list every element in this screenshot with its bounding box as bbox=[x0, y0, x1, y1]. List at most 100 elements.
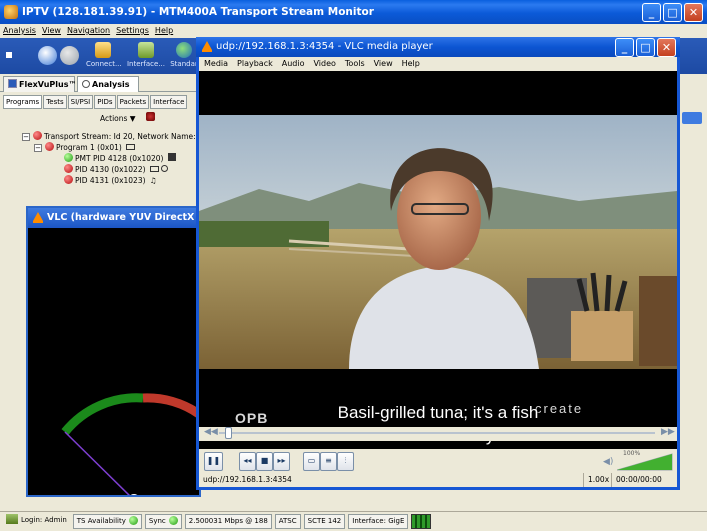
pause-icon: ❚❚ bbox=[206, 456, 221, 465]
maximize-button[interactable]: □ bbox=[663, 3, 682, 22]
statusbar-login[interactable]: Login: Admin bbox=[3, 514, 70, 529]
subtab-programs[interactable]: Programs bbox=[3, 95, 43, 109]
vlc-close-button[interactable]: ✕ bbox=[657, 38, 676, 57]
main-menubar: Analysis View Navigation Settings Help bbox=[0, 24, 707, 38]
subtab-tests[interactable]: Tests bbox=[43, 95, 67, 109]
menu-settings[interactable]: Settings bbox=[116, 24, 149, 38]
knife-block bbox=[571, 311, 633, 361]
status-green-icon bbox=[64, 153, 73, 162]
tab-analysis[interactable]: Analysis bbox=[77, 76, 139, 92]
menu-help[interactable]: Help bbox=[155, 24, 173, 38]
status-red-icon bbox=[64, 175, 73, 184]
status-green-icon bbox=[168, 516, 178, 525]
analysis-subtabs: Programs Tests SI/PSI PIDs Packets Inter… bbox=[3, 95, 200, 109]
playlist-button[interactable]: ≡ bbox=[320, 452, 337, 471]
vlc-media-player-window[interactable]: udp://192.168.1.3:4354 - VLC media playe… bbox=[196, 37, 680, 490]
main-title-bar[interactable]: IPTV (128.181.39.91) - MTM400A Transport… bbox=[0, 0, 707, 24]
playback-speed[interactable]: 1.00x bbox=[583, 473, 609, 487]
vlc-menu-audio[interactable]: Audio bbox=[282, 57, 305, 71]
login-label: Login: Admin bbox=[21, 516, 67, 524]
tree-row-pmt[interactable]: PMT PID 4128 (0x1020) bbox=[64, 153, 176, 163]
status-green-icon bbox=[128, 516, 138, 525]
connect-button[interactable]: Connect... bbox=[86, 40, 122, 68]
tree-row-transport-stream[interactable]: − Transport Stream: Id 20, Network Name: bbox=[22, 131, 196, 141]
hardware-vlc-title-bar[interactable]: VLC (hardware YUV DirectX output bbox=[28, 208, 199, 228]
gauge-arc-red bbox=[142, 393, 199, 418]
main-statusbar: Login: Admin TS Availability Sync 2.5000… bbox=[0, 511, 707, 531]
collapse-icon[interactable]: − bbox=[34, 144, 42, 152]
vlc-menu-playback[interactable]: Playback bbox=[237, 57, 273, 71]
vlc-menu-video[interactable]: Video bbox=[313, 57, 335, 71]
speaker-icon[interactable]: ◀) bbox=[603, 457, 613, 467]
subtab-interface[interactable]: Interface bbox=[150, 95, 188, 109]
equalizer-icon: ⫶ bbox=[344, 456, 347, 465]
standard-button[interactable]: Standar bbox=[170, 40, 198, 68]
statusbar-interface: Interface: GigE bbox=[348, 514, 409, 529]
menu-navigation[interactable]: Navigation bbox=[67, 24, 110, 38]
back-icon[interactable] bbox=[38, 46, 57, 65]
tree-row-pid-4130[interactable]: PID 4130 (0x1022) bbox=[64, 164, 169, 174]
statusbar-sync[interactable]: Sync bbox=[144, 514, 182, 529]
ts-availability-label: TS Availability bbox=[76, 517, 126, 525]
tools-icon[interactable] bbox=[145, 112, 155, 121]
vlc-menubar: Media Playback Audio Video Tools View He… bbox=[199, 57, 677, 71]
status-url: udp://192.168.1.3:4354 bbox=[203, 475, 292, 484]
tree-pid-label: PID 4130 (0x1022) bbox=[75, 165, 146, 174]
hardware-vlc-window[interactable]: VLC (hardware YUV DirectX output bbox=[26, 206, 201, 497]
seek-track[interactable] bbox=[219, 432, 655, 434]
vlc-menu-media[interactable]: Media bbox=[204, 57, 228, 71]
actions-dropdown[interactable]: Actions ▼ bbox=[100, 112, 155, 123]
scroll-arrow-icon[interactable] bbox=[682, 112, 702, 124]
next-button[interactable]: ▸▸ bbox=[273, 452, 290, 471]
video-area[interactable]: OPB create Basil-grilled tuna; it's a fi… bbox=[199, 71, 677, 459]
close-button[interactable]: ✕ bbox=[684, 3, 703, 22]
rewind-icon[interactable]: ◀◀ bbox=[204, 427, 218, 437]
extended-settings-button[interactable]: ⫶ bbox=[337, 452, 354, 471]
vlc-maximize-button[interactable]: □ bbox=[636, 38, 655, 57]
status-red-icon bbox=[64, 164, 73, 173]
vlc-minimize-button[interactable]: _ bbox=[615, 38, 634, 57]
app-icon bbox=[4, 5, 18, 19]
actions-label: Actions bbox=[100, 114, 128, 123]
tree-row-pid-4131[interactable]: PID 4131 (0x1023) ♫ bbox=[64, 175, 157, 185]
fullscreen-button[interactable]: ▭ bbox=[303, 452, 320, 471]
subtab-pids[interactable]: PIDs bbox=[94, 95, 116, 109]
playlist-icon: ≡ bbox=[325, 456, 332, 465]
statusbar-ts-availability[interactable]: TS Availability bbox=[72, 514, 142, 529]
interface-icon bbox=[138, 42, 154, 58]
tv-icon bbox=[126, 144, 136, 150]
pause-button[interactable]: ❚❚ bbox=[204, 452, 223, 471]
background-window-edge bbox=[676, 108, 707, 488]
menu-view[interactable]: View bbox=[42, 24, 61, 38]
volume-percent: 100% bbox=[623, 450, 641, 457]
vlc-title-bar[interactable]: udp://192.168.1.3:4354 - VLC media playe… bbox=[196, 37, 680, 57]
statusbar-scte: SCTE 142 bbox=[303, 514, 346, 529]
subtab-packets[interactable]: Packets bbox=[116, 95, 150, 109]
table-icon bbox=[167, 153, 176, 161]
tree-row-program[interactable]: − Program 1 (0x01) bbox=[34, 142, 136, 152]
stop-button[interactable]: ■ bbox=[256, 452, 273, 471]
seek-bar[interactable]: ◀◀ ▶▶ bbox=[199, 427, 677, 441]
interface-button[interactable]: Interface... bbox=[126, 40, 166, 68]
gauge-overlay bbox=[61, 393, 199, 495]
menu-analysis[interactable]: Analysis bbox=[3, 24, 36, 38]
previous-button[interactable]: ◂◂ bbox=[239, 452, 256, 471]
tab-flexvuplus[interactable]: FlexVuPlus™ bbox=[3, 76, 76, 92]
tree-stream-label: Transport Stream: Id 20, Network Name: bbox=[44, 132, 196, 141]
toolbar-dropdown-icon[interactable] bbox=[6, 52, 12, 58]
subtab-si-psi[interactable]: SI/PSI bbox=[67, 95, 94, 109]
collapse-icon[interactable]: − bbox=[22, 133, 30, 141]
vlc-menu-help[interactable]: Help bbox=[402, 57, 420, 71]
vlc-menu-view[interactable]: View bbox=[374, 57, 393, 71]
fast-forward-icon[interactable]: ▶▶ bbox=[661, 427, 675, 437]
tree-pid-label: PID 4131 (0x1023) bbox=[75, 176, 146, 185]
forward-icon[interactable] bbox=[60, 46, 79, 65]
tree-program-label: Program 1 (0x01) bbox=[56, 143, 122, 152]
minimize-button[interactable]: _ bbox=[642, 3, 661, 22]
seek-handle[interactable] bbox=[224, 427, 232, 439]
stop-icon: ■ bbox=[260, 456, 269, 465]
vlc-menu-tools[interactable]: Tools bbox=[345, 57, 365, 71]
dropdown-arrow-icon: ▼ bbox=[129, 114, 136, 123]
playback-time[interactable]: 00:00/00:00 bbox=[611, 473, 662, 487]
gauge-needle bbox=[64, 431, 130, 495]
